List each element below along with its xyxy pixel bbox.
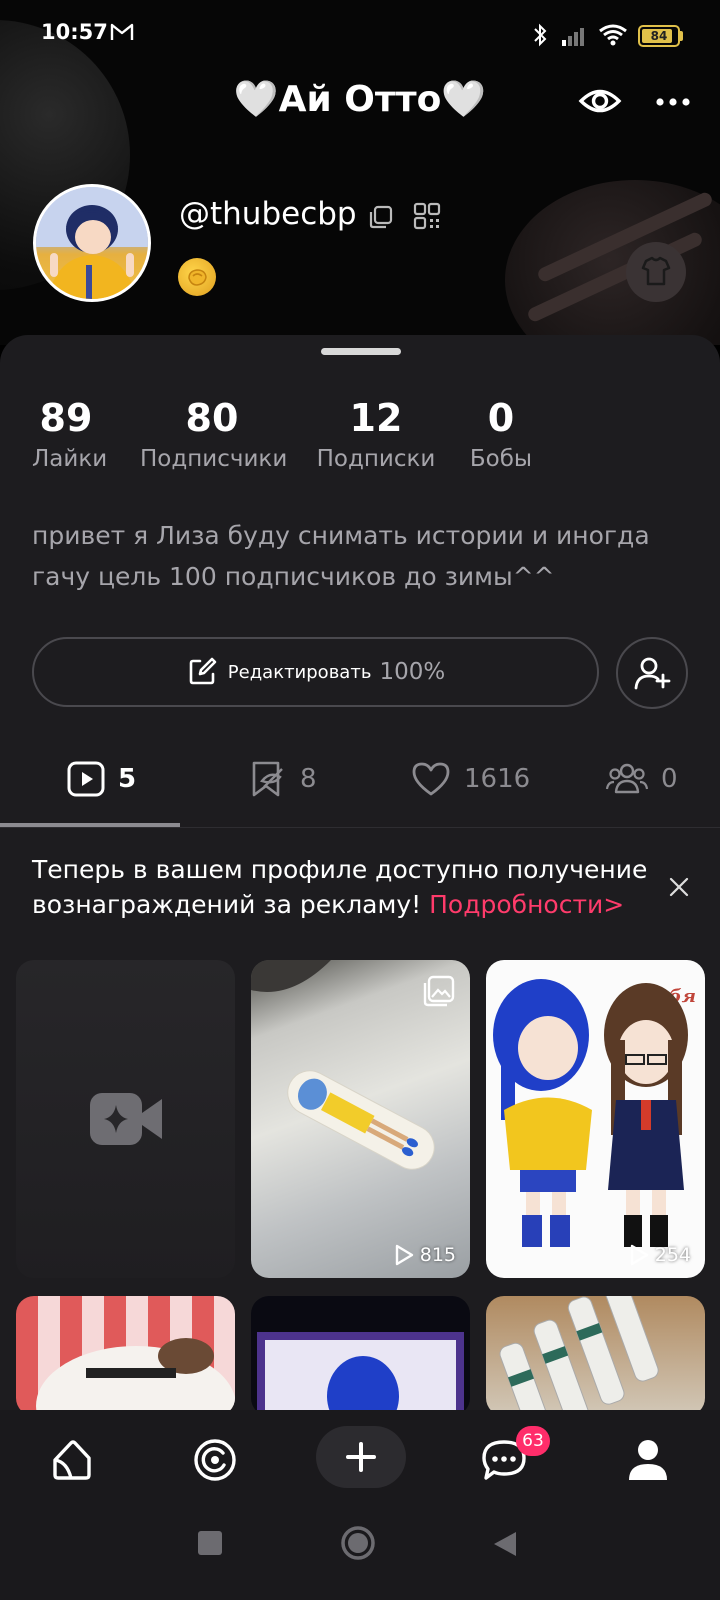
add-user-icon — [634, 657, 671, 690]
video-thumbnail — [499, 1296, 659, 1416]
stat-followers[interactable]: 80 Подписчики — [140, 396, 288, 472]
video-tile[interactable]: 815 — [251, 960, 470, 1278]
status-emoji-icon[interactable] — [178, 258, 216, 296]
change-cover-button[interactable] — [626, 242, 686, 302]
profile-completion: 100% — [379, 659, 446, 685]
view-count: 815 — [394, 1244, 456, 1266]
status-bar: 10:57 84 — [0, 0, 720, 70]
avatar[interactable] — [33, 184, 151, 302]
gallery-icon — [423, 975, 455, 1007]
stat-value: 0 — [487, 396, 515, 440]
stat-label: Лайки — [32, 446, 108, 472]
shirt-icon — [641, 256, 671, 286]
tab-groups[interactable]: 0 — [605, 746, 678, 812]
stat-beans[interactable]: 0 Бобы — [466, 396, 536, 472]
stat-label: Подписки — [316, 446, 436, 472]
video-tile[interactable] — [251, 1296, 470, 1416]
stat-value: 12 — [349, 396, 403, 440]
battery-tip — [680, 31, 683, 41]
signal-icon — [562, 28, 584, 46]
view-count: 254 — [629, 1244, 691, 1266]
sheet-drag-handle[interactable] — [321, 348, 401, 355]
profile-bio: привет я Лиза буду снимать истории и ино… — [32, 521, 650, 591]
play-icon — [67, 761, 105, 797]
qr-code-icon[interactable] — [413, 202, 441, 230]
status-time: 10:57 — [41, 20, 108, 44]
edit-icon — [189, 657, 217, 685]
play-icon — [395, 1244, 413, 1266]
video-thumbnail — [36, 1338, 235, 1416]
battery-icon: 84 — [638, 25, 680, 47]
people-icon — [605, 763, 649, 794]
copy-icon[interactable] — [368, 204, 394, 230]
avatar-image — [36, 187, 148, 299]
thumbs-icon — [188, 269, 207, 286]
bluetooth-icon — [534, 23, 547, 47]
tab-saved[interactable]: 8 — [248, 746, 317, 812]
stat-label: Подписчики — [140, 446, 288, 472]
create-button[interactable] — [316, 1426, 406, 1488]
recents-button[interactable] — [198, 1531, 222, 1555]
active-tab-indicator — [0, 823, 180, 827]
stat-label: Бобы — [469, 446, 533, 472]
bookmark-icon — [252, 761, 283, 797]
tabs-divider — [0, 827, 720, 828]
ad-rewards-banner: Теперь в вашем профиле доступно получени… — [32, 852, 652, 922]
stat-value: 89 — [39, 396, 93, 440]
nav-home[interactable] — [44, 1432, 100, 1488]
tab-count: 8 — [300, 764, 317, 794]
content-tabs: 5 8 1616 0 — [0, 746, 720, 826]
heart-icon — [412, 762, 450, 796]
tab-count: 1616 — [464, 764, 531, 794]
more-icon[interactable] — [655, 96, 691, 108]
messages-badge: 63 — [516, 1426, 550, 1456]
username: @thubecbp — [179, 196, 357, 232]
video-thumbnail: я тебя — [493, 979, 696, 1247]
video-thumbnail — [257, 1332, 464, 1416]
view-count-value: 815 — [419, 1244, 456, 1266]
video-camera-icon — [89, 1093, 162, 1145]
wifi-icon — [599, 24, 627, 46]
home-button[interactable] — [340, 1525, 376, 1561]
video-tile[interactable]: я тебя 254 — [486, 960, 705, 1278]
close-icon[interactable] — [668, 876, 690, 898]
view-count-value: 254 — [654, 1244, 691, 1266]
play-icon — [630, 1244, 648, 1266]
nav-profile[interactable] — [620, 1432, 676, 1488]
bottom-navigation — [0, 1410, 720, 1510]
back-button[interactable] — [492, 1530, 518, 1558]
edit-profile-label: Редактировать — [227, 661, 372, 683]
tab-count: 5 — [118, 764, 137, 794]
edit-profile-button[interactable]: Редактировать 100% — [32, 637, 599, 707]
eye-icon[interactable] — [578, 84, 622, 118]
add-friend-button[interactable] — [616, 637, 688, 709]
tab-count: 0 — [661, 764, 678, 794]
banner-details-link[interactable]: Подробности> — [429, 890, 624, 919]
home-icon — [53, 1440, 91, 1480]
video-tile[interactable] — [16, 1296, 235, 1416]
nav-discover[interactable] — [187, 1432, 243, 1488]
stat-following[interactable]: 12 Подписки — [316, 396, 436, 472]
discover-icon — [194, 1439, 236, 1481]
system-navigation-bar — [0, 1510, 720, 1600]
profile-icon — [629, 1440, 667, 1480]
plus-icon — [346, 1442, 376, 1472]
stat-value: 80 — [185, 396, 239, 440]
battery-level: 84 — [650, 29, 668, 43]
stat-likes[interactable]: 89 Лайки — [32, 396, 108, 472]
create-video-tile[interactable] — [16, 960, 235, 1278]
tab-videos[interactable]: 5 — [66, 746, 136, 812]
gmail-icon — [110, 23, 134, 40]
tab-liked[interactable]: 1616 — [410, 746, 530, 812]
video-tile[interactable] — [486, 1296, 705, 1416]
